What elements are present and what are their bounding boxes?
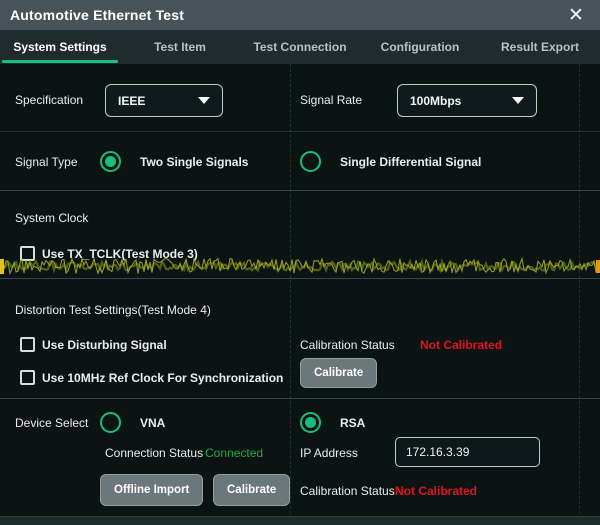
tab-label: Test Item [154,40,206,54]
scope-waveform-trace [0,254,600,278]
connection-status-value: Connected [205,447,263,460]
radio-dot [305,417,316,428]
tab-test-item[interactable]: Test Item [120,30,240,64]
tab-test-connection[interactable]: Test Connection [240,30,360,64]
divider [0,278,600,279]
rsa-label: RSA [340,417,365,430]
use-disturbing-signal-label: Use Disturbing Signal [42,339,167,352]
tab-configuration[interactable]: Configuration [360,30,480,64]
use-10mhz-ref-clock-checkbox[interactable] [20,370,35,385]
window-title: Automotive Ethernet Test [10,7,184,23]
radio-vna[interactable] [100,412,121,433]
chevron-down-icon [198,97,210,104]
calibration-status-value: Not Calibrated [420,339,502,352]
connection-status-label: Connection Status [105,447,203,460]
titlebar: Automotive Ethernet Test ✕ [0,0,600,30]
single-differential-signal-label: Single Differential Signal [340,156,481,169]
tab-label: Test Connection [253,40,346,54]
tab-bar: System Settings Test Item Test Connectio… [0,30,600,64]
divider [0,131,600,132]
use-disturbing-signal-checkbox[interactable] [20,337,35,352]
radio-rsa[interactable] [300,412,321,433]
tab-label: System Settings [13,40,106,54]
calibrate-button[interactable]: Calibrate [300,358,377,388]
specification-dropdown[interactable]: IEEE [105,84,223,117]
automotive-ethernet-test-dialog: Automotive Ethernet Test ✕ System Settin… [0,0,600,525]
close-icon[interactable]: ✕ [562,0,590,30]
waveform-left-marker [0,259,4,274]
ip-address-label: IP Address [300,447,358,460]
tab-result-export[interactable]: Result Export [480,30,600,64]
calibration-status-value-device: Not Calibrated [395,485,477,498]
radio-two-single-signals[interactable] [100,151,121,172]
distortion-section-label: Distortion Test Settings(Test Mode 4) [15,304,211,317]
ip-address-input[interactable] [395,437,540,467]
chevron-down-icon [512,97,524,104]
device-select-label: Device Select [15,417,88,430]
signal-rate-label: Signal Rate [300,94,362,107]
two-single-signals-label: Two Single Signals [140,156,248,169]
radio-dot [105,156,116,167]
active-tab-underline [2,60,118,63]
calibration-status-label: Calibration Status [300,339,395,352]
tab-label: Result Export [501,40,579,54]
divider [0,190,600,191]
tab-label: Configuration [381,40,460,54]
use-10mhz-ref-clock-label: Use 10MHz Ref Clock For Synchronization [42,372,283,385]
radio-single-differential-signal[interactable] [300,151,321,172]
offline-import-button[interactable]: Offline Import [100,474,203,506]
calibrate-button-device[interactable]: Calibrate [213,474,290,506]
signal-rate-value: 100Mbps [410,94,504,108]
waveform-right-marker [596,260,600,273]
specification-label: Specification [15,94,83,107]
specification-value: IEEE [118,94,190,108]
signal-rate-dropdown[interactable]: 100Mbps [397,84,537,117]
tab-system-settings[interactable]: System Settings [0,30,120,64]
underlying-screen-edge [0,516,600,525]
signal-type-label: Signal Type [15,156,78,169]
divider [0,398,600,399]
calibration-status-label-device: Calibration Status [300,485,395,498]
vna-label: VNA [140,417,165,430]
system-clock-label: System Clock [15,212,88,225]
